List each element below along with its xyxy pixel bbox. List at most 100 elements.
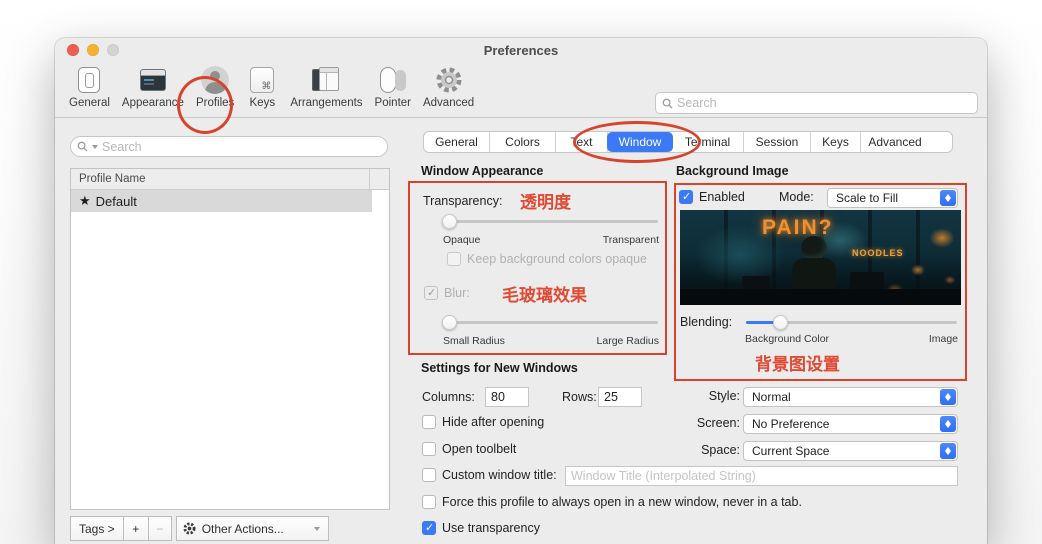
style-label: Style: bbox=[708, 389, 740, 403]
other-actions-dropdown[interactable]: Other Actions... bbox=[175, 516, 329, 541]
hide-after-opening-label: Hide after opening bbox=[442, 415, 545, 429]
toolbar-item-pointer[interactable]: Pointer bbox=[369, 64, 417, 109]
hide-after-opening-checkbox[interactable] bbox=[422, 415, 436, 429]
custom-window-title-label: Custom window title: bbox=[442, 468, 557, 482]
profile-search-placeholder: Search bbox=[102, 139, 142, 154]
screen-dropdown[interactable]: No Preference bbox=[743, 414, 958, 434]
annotation-transparency: 透明度 bbox=[520, 193, 571, 212]
dropdown-stepper-icon bbox=[940, 190, 956, 206]
transparency-slider-knob[interactable] bbox=[442, 214, 458, 229]
blur-checkbox[interactable] bbox=[424, 286, 438, 300]
profile-row-default[interactable]: ★ Default bbox=[71, 190, 372, 212]
use-transparency-label: Use transparency bbox=[442, 521, 540, 535]
dropdown-stepper-icon bbox=[940, 416, 956, 432]
toolbar-item-general[interactable]: General bbox=[63, 64, 116, 109]
preferences-window: Preferences General Appearance Profiles bbox=[55, 38, 987, 544]
preview-figure bbox=[801, 236, 827, 260]
rows-label: Rows: bbox=[562, 390, 597, 404]
toolbar-item-arrangements[interactable]: Arrangements bbox=[284, 64, 368, 109]
columns-field[interactable] bbox=[485, 387, 529, 407]
screen-label: Screen: bbox=[696, 416, 740, 430]
section-window-appearance: Window Appearance bbox=[421, 164, 544, 178]
background-image-preview: PAIN? NOODLES bbox=[680, 210, 961, 305]
search-icon bbox=[77, 141, 88, 152]
tab-session[interactable]: Session bbox=[744, 132, 811, 152]
chevron-down-icon bbox=[313, 526, 320, 531]
tab-colors[interactable]: Colors bbox=[490, 132, 556, 152]
blending-slider-knob[interactable] bbox=[772, 315, 788, 330]
profile-list-header[interactable]: Profile Name bbox=[71, 169, 389, 190]
general-icon bbox=[73, 64, 105, 96]
profile-search-input[interactable]: Search bbox=[70, 136, 388, 157]
remove-profile-button[interactable]: − bbox=[147, 516, 172, 541]
preferences-toolbar: General Appearance Profiles Keys Arrange… bbox=[55, 62, 987, 134]
use-transparency-checkbox[interactable] bbox=[422, 521, 436, 535]
toolbar-search-placeholder: Search bbox=[677, 96, 717, 110]
custom-window-title-checkbox[interactable] bbox=[422, 468, 436, 482]
tab-advanced[interactable]: Advanced bbox=[861, 132, 929, 152]
section-new-windows: Settings for New Windows bbox=[421, 361, 578, 375]
annotation-background: 背景图设置 bbox=[755, 355, 840, 374]
blur-slider-knob[interactable] bbox=[442, 315, 458, 330]
large-radius-label: Large Radius bbox=[596, 335, 659, 347]
transparency-slider[interactable] bbox=[442, 214, 658, 229]
toolbar-search-input[interactable]: Search bbox=[655, 92, 978, 114]
bg-enabled-label: Enabled bbox=[699, 190, 745, 204]
toolbar-item-keys[interactable]: Keys bbox=[240, 64, 284, 109]
space-dropdown[interactable]: Current Space bbox=[743, 441, 958, 461]
columns-label: Columns: bbox=[422, 390, 475, 404]
blur-label: Blur: bbox=[444, 286, 470, 300]
open-toolbelt-checkbox[interactable] bbox=[422, 442, 436, 456]
rows-field[interactable] bbox=[598, 387, 642, 407]
pointer-icon bbox=[377, 64, 409, 96]
preview-neon-text: PAIN? bbox=[762, 216, 834, 239]
custom-window-title-field[interactable] bbox=[565, 466, 958, 486]
keys-icon bbox=[246, 64, 278, 96]
space-label: Space: bbox=[701, 443, 740, 457]
tags-button[interactable]: Tags > bbox=[70, 516, 124, 541]
preview-neon-text-2: NOODLES bbox=[852, 248, 904, 258]
desktop: Preferences General Appearance Profiles bbox=[0, 0, 1042, 544]
small-radius-label: Small Radius bbox=[443, 335, 505, 347]
style-dropdown[interactable]: Normal bbox=[743, 387, 958, 407]
annotation-circle-profiles bbox=[177, 76, 233, 134]
search-icon bbox=[662, 98, 673, 109]
gear-icon bbox=[183, 522, 196, 535]
bg-mode-dropdown[interactable]: Scale to Fill bbox=[827, 188, 958, 208]
arrangements-icon bbox=[310, 64, 342, 96]
dropdown-stepper-icon bbox=[940, 443, 956, 459]
blending-slider[interactable] bbox=[746, 315, 957, 330]
keep-bg-opaque-checkbox[interactable] bbox=[447, 252, 461, 266]
tab-keys[interactable]: Keys bbox=[811, 132, 861, 152]
style-value: Normal bbox=[752, 390, 791, 404]
force-new-window-checkbox[interactable] bbox=[422, 495, 436, 509]
bg-enabled-checkbox[interactable] bbox=[679, 190, 693, 204]
force-new-window-label: Force this profile to always open in a n… bbox=[442, 495, 802, 509]
dropdown-stepper-icon bbox=[940, 389, 956, 405]
profile-list-footer: Tags > + − Other Actions... bbox=[70, 516, 329, 541]
appearance-icon bbox=[137, 64, 169, 96]
profile-list: Profile Name ★ Default bbox=[70, 168, 390, 510]
gear-icon bbox=[433, 64, 465, 96]
open-toolbelt-label: Open toolbelt bbox=[442, 442, 517, 456]
window-title: Preferences bbox=[483, 43, 559, 58]
background-color-label: Background Color bbox=[745, 333, 830, 345]
other-actions-label: Other Actions... bbox=[201, 521, 284, 536]
screen-value: No Preference bbox=[752, 417, 830, 431]
section-background-image: Background Image bbox=[676, 164, 789, 178]
transparency-label: Transparency: bbox=[423, 194, 503, 208]
blending-label: Blending: bbox=[680, 315, 733, 329]
annotation-blur: 毛玻璃效果 bbox=[502, 286, 587, 305]
chevron-down-icon bbox=[92, 144, 98, 149]
bg-mode-value: Scale to Fill bbox=[836, 191, 899, 205]
space-value: Current Space bbox=[752, 444, 830, 458]
title-bar: Preferences bbox=[55, 38, 987, 62]
bg-mode-label: Mode: bbox=[779, 190, 814, 204]
profile-name: Default bbox=[95, 193, 137, 209]
tab-general[interactable]: General bbox=[424, 132, 490, 152]
blur-slider[interactable] bbox=[442, 315, 658, 330]
keep-bg-opaque-label: Keep background colors opaque bbox=[467, 252, 647, 266]
add-profile-button[interactable]: + bbox=[122, 516, 149, 541]
toolbar-item-advanced[interactable]: Advanced bbox=[417, 64, 480, 109]
annotation-circle-window-tab bbox=[573, 121, 701, 163]
